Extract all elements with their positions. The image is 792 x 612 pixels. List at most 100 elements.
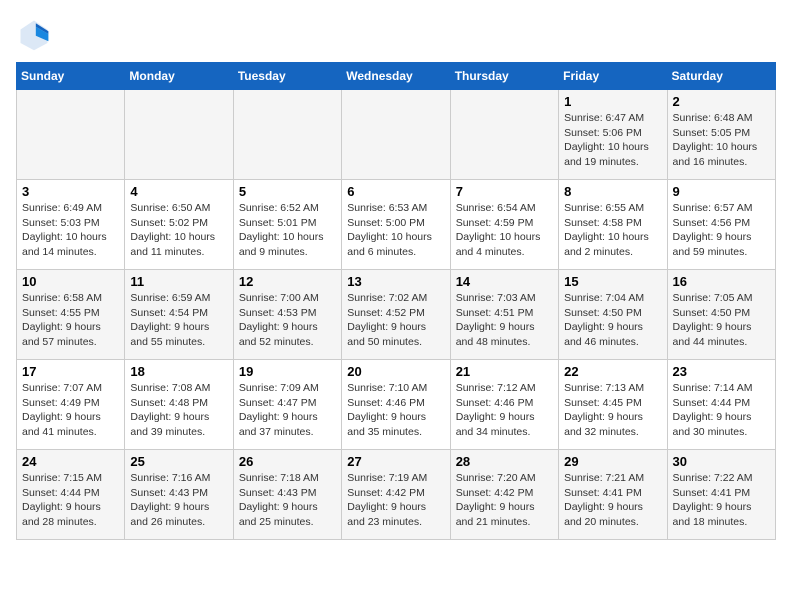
calendar-cell: 28Sunrise: 7:20 AM Sunset: 4:42 PM Dayli… <box>450 450 558 540</box>
calendar-cell <box>17 90 125 180</box>
weekday-header-monday: Monday <box>125 63 233 90</box>
day-number: 29 <box>564 454 661 469</box>
calendar-cell: 24 Sunrise: 7:15 AM Sunset: 4:44 PM Dayli… <box>17 450 125 540</box>
calendar-cell: 20 Sunrise: 7:10 AM Sunset: 4:46 PM Dayli… <box>342 360 450 450</box>
day-number: 4 <box>130 184 227 199</box>
day-number: 24 <box>22 454 119 469</box>
day-info: Sunrise: 7:05 AM Sunset: 4:50 PM Dayligh… <box>673 291 770 350</box>
day-number: 18 <box>130 364 227 379</box>
day-info: Sunrise: 7:19 AM Sunset: 4:42 PM Dayligh… <box>347 471 444 530</box>
calendar-cell: 22 Sunrise: 7:13 AM Sunset: 4:45 PM Dayli… <box>559 360 667 450</box>
day-number: 3 <box>22 184 119 199</box>
calendar-cell: 8 Sunrise: 6:55 AM Sunset: 4:58 PM Daylig… <box>559 180 667 270</box>
calendar-cell: 23 Sunrise: 7:14 AM Sunset: 4:44 PM Dayli… <box>667 360 775 450</box>
weekday-header-saturday: Saturday <box>667 63 775 90</box>
day-info: Sunrise: 6:50 AM Sunset: 5:02 PM Dayligh… <box>130 201 227 260</box>
logo-icon <box>16 16 52 52</box>
day-info: Sunrise: 7:12 AM Sunset: 4:46 PM Dayligh… <box>456 381 553 440</box>
calendar-cell: 11Sunrise: 6:59 AM Sunset: 4:54 PM Dayli… <box>125 270 233 360</box>
calendar-cell: 27 Sunrise: 7:19 AM Sunset: 4:42 PM Dayli… <box>342 450 450 540</box>
calendar-cell: 13Sunrise: 7:02 AM Sunset: 4:52 PM Dayli… <box>342 270 450 360</box>
day-number: 11 <box>130 274 227 289</box>
calendar-cell: 18 Sunrise: 7:08 AM Sunset: 4:48 PM Dayli… <box>125 360 233 450</box>
day-info: Sunrise: 7:18 AM Sunset: 4:43 PM Dayligh… <box>239 471 336 530</box>
calendar-week-2: 3 Sunrise: 6:49 AM Sunset: 5:03 PM Daylig… <box>17 180 776 270</box>
calendar-cell: 30Sunrise: 7:22 AM Sunset: 4:41 PM Dayli… <box>667 450 775 540</box>
day-info: Sunrise: 7:13 AM Sunset: 4:45 PM Dayligh… <box>564 381 661 440</box>
calendar-cell: 29 Sunrise: 7:21 AM Sunset: 4:41 PM Dayli… <box>559 450 667 540</box>
calendar-cell <box>233 90 341 180</box>
day-number: 25 <box>130 454 227 469</box>
day-number: 9 <box>673 184 770 199</box>
calendar-cell: 7 Sunrise: 6:54 AM Sunset: 4:59 PM Daylig… <box>450 180 558 270</box>
day-info: Sunrise: 6:52 AM Sunset: 5:01 PM Dayligh… <box>239 201 336 260</box>
calendar-cell: 2Sunrise: 6:48 AM Sunset: 5:05 PM Daylig… <box>667 90 775 180</box>
day-info: Sunrise: 7:10 AM Sunset: 4:46 PM Dayligh… <box>347 381 444 440</box>
day-info: Sunrise: 6:47 AM Sunset: 5:06 PM Dayligh… <box>564 111 661 170</box>
calendar-cell: 9 Sunrise: 6:57 AM Sunset: 4:56 PM Daylig… <box>667 180 775 270</box>
day-number: 6 <box>347 184 444 199</box>
day-number: 17 <box>22 364 119 379</box>
day-info: Sunrise: 7:14 AM Sunset: 4:44 PM Dayligh… <box>673 381 770 440</box>
day-number: 5 <box>239 184 336 199</box>
calendar-week-5: 24 Sunrise: 7:15 AM Sunset: 4:44 PM Dayli… <box>17 450 776 540</box>
day-number: 22 <box>564 364 661 379</box>
calendar-table: SundayMondayTuesdayWednesdayThursdayFrid… <box>16 62 776 540</box>
calendar-cell <box>342 90 450 180</box>
day-number: 27 <box>347 454 444 469</box>
day-number: 1 <box>564 94 661 109</box>
calendar-cell: 21 Sunrise: 7:12 AM Sunset: 4:46 PM Dayli… <box>450 360 558 450</box>
weekday-header-row: SundayMondayTuesdayWednesdayThursdayFrid… <box>17 63 776 90</box>
day-info: Sunrise: 6:48 AM Sunset: 5:05 PM Dayligh… <box>673 111 770 170</box>
calendar-week-4: 17 Sunrise: 7:07 AM Sunset: 4:49 PM Dayli… <box>17 360 776 450</box>
page-header <box>16 16 776 52</box>
calendar-cell <box>125 90 233 180</box>
calendar-cell: 1 Sunrise: 6:47 AM Sunset: 5:06 PM Daylig… <box>559 90 667 180</box>
day-info: Sunrise: 7:03 AM Sunset: 4:51 PM Dayligh… <box>456 291 553 350</box>
calendar-cell: 5 Sunrise: 6:52 AM Sunset: 5:01 PM Daylig… <box>233 180 341 270</box>
day-number: 19 <box>239 364 336 379</box>
day-number: 7 <box>456 184 553 199</box>
calendar-cell <box>450 90 558 180</box>
day-number: 23 <box>673 364 770 379</box>
day-info: Sunrise: 6:58 AM Sunset: 4:55 PM Dayligh… <box>22 291 119 350</box>
day-info: Sunrise: 7:16 AM Sunset: 4:43 PM Dayligh… <box>130 471 227 530</box>
day-number: 20 <box>347 364 444 379</box>
day-number: 14 <box>456 274 553 289</box>
calendar-week-3: 10Sunrise: 6:58 AM Sunset: 4:55 PM Dayli… <box>17 270 776 360</box>
day-number: 16 <box>673 274 770 289</box>
calendar-cell: 12 Sunrise: 7:00 AM Sunset: 4:53 PM Dayli… <box>233 270 341 360</box>
day-number: 12 <box>239 274 336 289</box>
day-info: Sunrise: 7:08 AM Sunset: 4:48 PM Dayligh… <box>130 381 227 440</box>
day-info: Sunrise: 6:53 AM Sunset: 5:00 PM Dayligh… <box>347 201 444 260</box>
calendar-week-1: 1 Sunrise: 6:47 AM Sunset: 5:06 PM Daylig… <box>17 90 776 180</box>
calendar-cell: 10Sunrise: 6:58 AM Sunset: 4:55 PM Dayli… <box>17 270 125 360</box>
day-info: Sunrise: 6:49 AM Sunset: 5:03 PM Dayligh… <box>22 201 119 260</box>
day-info: Sunrise: 6:55 AM Sunset: 4:58 PM Dayligh… <box>564 201 661 260</box>
weekday-header-thursday: Thursday <box>450 63 558 90</box>
weekday-header-friday: Friday <box>559 63 667 90</box>
calendar-cell: 25 Sunrise: 7:16 AM Sunset: 4:43 PM Dayli… <box>125 450 233 540</box>
day-info: Sunrise: 7:15 AM Sunset: 4:44 PM Dayligh… <box>22 471 119 530</box>
day-info: Sunrise: 7:00 AM Sunset: 4:53 PM Dayligh… <box>239 291 336 350</box>
day-number: 21 <box>456 364 553 379</box>
calendar-cell: 26 Sunrise: 7:18 AM Sunset: 4:43 PM Dayli… <box>233 450 341 540</box>
logo <box>16 16 56 52</box>
weekday-header-tuesday: Tuesday <box>233 63 341 90</box>
day-number: 30 <box>673 454 770 469</box>
calendar-cell: 19 Sunrise: 7:09 AM Sunset: 4:47 PM Dayli… <box>233 360 341 450</box>
day-info: Sunrise: 6:54 AM Sunset: 4:59 PM Dayligh… <box>456 201 553 260</box>
day-info: Sunrise: 7:21 AM Sunset: 4:41 PM Dayligh… <box>564 471 661 530</box>
day-number: 15 <box>564 274 661 289</box>
day-number: 26 <box>239 454 336 469</box>
calendar-cell: 4 Sunrise: 6:50 AM Sunset: 5:02 PM Daylig… <box>125 180 233 270</box>
day-number: 13 <box>347 274 444 289</box>
calendar-cell: 16 Sunrise: 7:05 AM Sunset: 4:50 PM Dayli… <box>667 270 775 360</box>
calendar-cell: 6 Sunrise: 6:53 AM Sunset: 5:00 PM Daylig… <box>342 180 450 270</box>
day-number: 28 <box>456 454 553 469</box>
day-info: Sunrise: 6:57 AM Sunset: 4:56 PM Dayligh… <box>673 201 770 260</box>
day-info: Sunrise: 7:07 AM Sunset: 4:49 PM Dayligh… <box>22 381 119 440</box>
weekday-header-wednesday: Wednesday <box>342 63 450 90</box>
day-number: 8 <box>564 184 661 199</box>
day-info: Sunrise: 7:09 AM Sunset: 4:47 PM Dayligh… <box>239 381 336 440</box>
